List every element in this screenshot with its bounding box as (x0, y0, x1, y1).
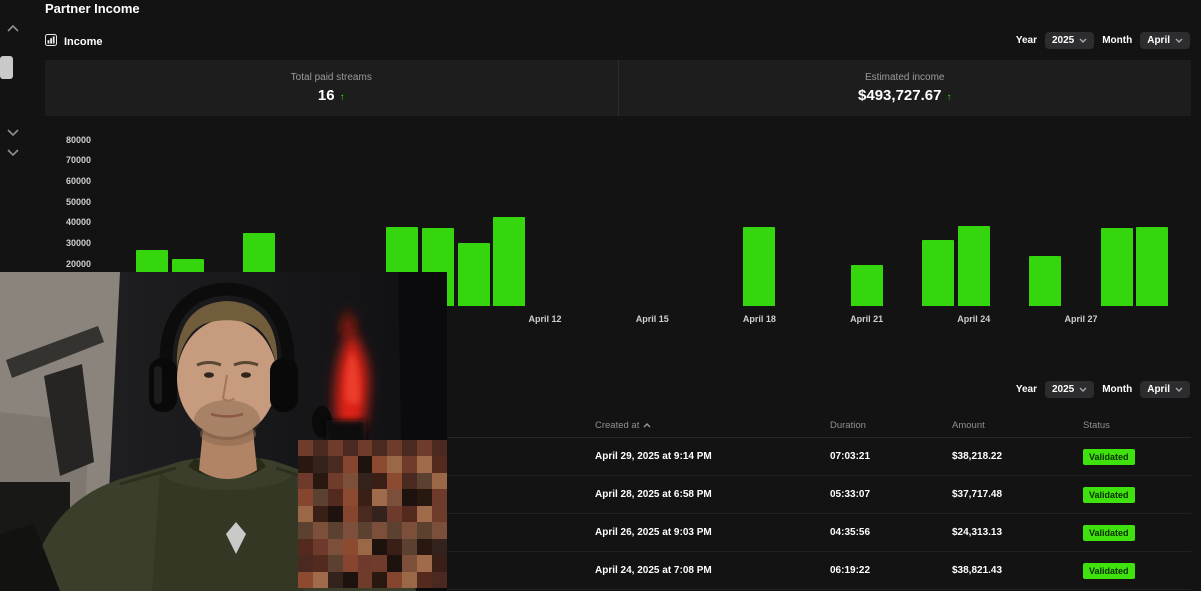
chevron-down-icon (1079, 38, 1087, 43)
year-select-value: 2025 (1052, 35, 1074, 46)
income-bar-april-26[interactable] (1029, 256, 1061, 306)
column-header-label: Amount (952, 420, 985, 431)
created-at-cell: April 26, 2025 at 9:03 PM (595, 527, 830, 538)
x-axis-tick-label: April 21 (827, 314, 907, 324)
status-badge: Validated (1083, 487, 1135, 503)
column-header-amount[interactable]: Amount (952, 420, 1083, 431)
column-header-duration[interactable]: Duration (830, 420, 952, 431)
income-bar-april-11[interactable] (493, 217, 525, 306)
y-axis-tick-label: 80000 (45, 135, 91, 145)
status-cell: Validated (1083, 449, 1191, 465)
amount-cell: $38,821.43 (952, 565, 1083, 576)
y-axis-tick-label: 40000 (45, 217, 91, 227)
chevron-down-icon (1175, 38, 1183, 43)
created-at-cell: April 29, 2025 at 9:14 PM (595, 451, 830, 462)
chevron-down-icon (1079, 387, 1087, 392)
column-header-label: Duration (830, 420, 866, 431)
x-axis-tick-label: April 15 (612, 314, 692, 324)
page-title: Partner Income (45, 0, 140, 18)
year-select-value: 2025 (1052, 384, 1074, 395)
y-axis-tick-label: 30000 (45, 238, 91, 248)
income-bar-april-28[interactable] (1101, 228, 1133, 306)
year-select[interactable]: 2025 (1045, 32, 1094, 49)
stat-estimated-income: Estimated income $493,727.67 ↑ (619, 60, 1192, 116)
sidebar-chevron-up-icon[interactable] (5, 18, 21, 37)
trend-up-icon: ↑ (340, 92, 345, 103)
duration-cell: 07:03:21 (830, 451, 952, 462)
trend-up-icon: ↑ (946, 92, 951, 103)
stat-value: $493,727.67 (858, 87, 941, 104)
status-badge: Validated (1083, 563, 1135, 579)
year-filter-label: Year (1016, 35, 1037, 46)
month-select[interactable]: April (1140, 32, 1190, 49)
column-header-created-at[interactable]: Created at (595, 420, 830, 431)
income-section-title: Income (64, 36, 103, 48)
status-cell: Validated (1083, 487, 1191, 503)
y-axis-tick-label: 60000 (45, 176, 91, 186)
status-cell: Validated (1083, 563, 1191, 579)
income-bar-april-21[interactable] (851, 265, 883, 306)
status-cell: Validated (1083, 525, 1191, 541)
privacy-pixelation (298, 440, 447, 588)
month-select[interactable]: April (1140, 381, 1190, 398)
scrollbar-thumb[interactable] (0, 56, 13, 79)
stat-label: Estimated income (865, 72, 944, 83)
x-axis-tick-label: April 27 (1041, 314, 1121, 324)
income-bar-april-10[interactable] (458, 243, 490, 306)
income-stats-panel: Total paid streams 16 ↑ Estimated income… (45, 60, 1191, 116)
month-select-value: April (1147, 35, 1170, 46)
webcam-overlay (0, 272, 447, 591)
column-header-status[interactable]: Status (1083, 420, 1191, 431)
income-bar-april-24[interactable] (958, 226, 990, 306)
status-badge: Validated (1083, 525, 1135, 541)
month-filter-label: Month (1102, 384, 1132, 395)
y-axis-tick-label: 70000 (45, 155, 91, 165)
x-axis-tick-label: April 24 (934, 314, 1014, 324)
created-at-cell: April 24, 2025 at 7:08 PM (595, 565, 830, 576)
duration-cell: 04:35:56 (830, 527, 952, 538)
month-select-value: April (1147, 384, 1170, 395)
stat-label: Total paid streams (291, 72, 372, 83)
x-axis-tick-label: April 12 (505, 314, 585, 324)
stat-total-paid-streams: Total paid streams 16 ↑ (45, 60, 618, 116)
column-header-label: Status (1083, 420, 1110, 431)
streams-filters: Year 2025 Month April (1016, 381, 1190, 398)
income-bar-april-18[interactable] (743, 227, 775, 306)
sidebar-chevron-down-icon-1[interactable] (5, 122, 21, 141)
amount-cell: $37,717.48 (952, 489, 1083, 500)
partner-income-dashboard: Partner Income Income Year 2025 Month Ap… (0, 0, 1201, 591)
status-badge: Validated (1083, 449, 1135, 465)
month-filter-label: Month (1102, 35, 1132, 46)
y-axis-tick-label: 50000 (45, 197, 91, 207)
income-filters: Year 2025 Month April (1016, 32, 1190, 49)
income-chart-icon (45, 34, 57, 49)
income-section-header: Income (45, 34, 103, 49)
amount-cell: $24,313.13 (952, 527, 1083, 538)
stat-value: 16 (318, 87, 335, 104)
amount-cell: $38,218.22 (952, 451, 1083, 462)
income-bar-april-29[interactable] (1136, 227, 1168, 306)
sort-asc-icon (643, 423, 651, 428)
column-header-label: Created at (595, 420, 639, 431)
duration-cell: 06:19:22 (830, 565, 952, 576)
duration-cell: 05:33:07 (830, 489, 952, 500)
chevron-down-icon (1175, 387, 1183, 392)
year-filter-label: Year (1016, 384, 1037, 395)
sidebar-chevron-down-icon-2[interactable] (5, 142, 21, 161)
income-bar-april-23[interactable] (922, 240, 954, 306)
year-select[interactable]: 2025 (1045, 381, 1094, 398)
created-at-cell: April 28, 2025 at 6:58 PM (595, 489, 830, 500)
y-axis-tick-label: 20000 (45, 259, 91, 269)
x-axis-tick-label: April 18 (719, 314, 799, 324)
